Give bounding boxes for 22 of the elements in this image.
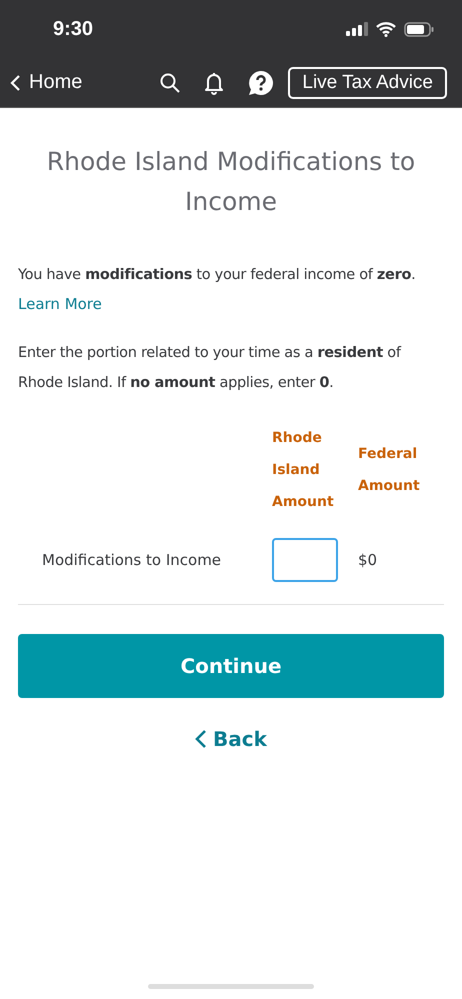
wifi-icon bbox=[376, 22, 396, 36]
instruction-text: Enter the portion related to your time as a resident of Rhode Island. If no amount applies, enter 0. bbox=[18, 344, 402, 393]
back-button[interactable]: Back bbox=[189, 726, 273, 752]
chevron-left-icon bbox=[10, 74, 21, 92]
home-back-button[interactable]: Home bbox=[10, 71, 82, 94]
federal-amount: $0 bbox=[358, 551, 378, 569]
intro-text: You have modifications to your federal income of zero. bbox=[18, 266, 416, 285]
row-label: Modifications to Income bbox=[41, 551, 222, 569]
search-icon[interactable] bbox=[160, 72, 180, 92]
chevron-left-icon bbox=[195, 729, 208, 749]
signal-icon bbox=[346, 22, 368, 36]
help-icon[interactable] bbox=[248, 70, 274, 96]
learn-more-link[interactable]: Learn More bbox=[18, 290, 102, 318]
page-title: Rhode Island Modifications to Income bbox=[46, 146, 416, 218]
clock-time: 9:30 bbox=[53, 18, 94, 40]
bell-icon[interactable] bbox=[204, 70, 224, 94]
amount-input-field[interactable] bbox=[272, 538, 338, 582]
column-header: Rhode Island Amount bbox=[272, 429, 335, 512]
continue-button[interactable]: Continue bbox=[18, 634, 444, 698]
column-header: Federal Amount bbox=[358, 445, 421, 496]
live-tax-advice-button[interactable]: Live Tax Advice bbox=[288, 66, 447, 98]
battery-icon bbox=[404, 22, 434, 36]
